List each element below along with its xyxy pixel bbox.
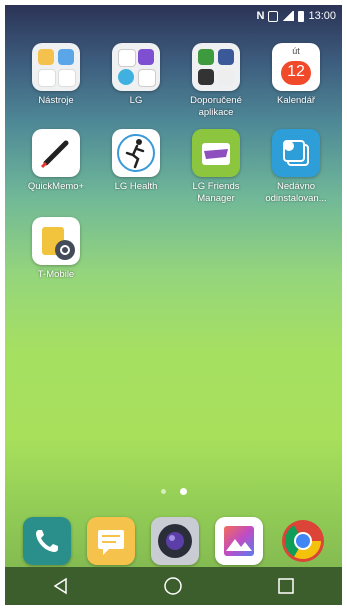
app-nastroje[interactable]: Nástroje [14,43,98,107]
pen-icon [32,129,80,177]
app-label: QuickMemo+ [27,181,85,192]
calendar-date: 12 [287,63,305,80]
folder-icon [192,43,240,91]
back-icon[interactable] [41,571,81,601]
sim-icon [268,10,279,22]
app-lgfriends[interactable]: LG Friends Manager [174,129,258,205]
navigation-bar [5,567,342,605]
app-label: LG Health [114,181,158,192]
app-quickmemo[interactable]: QuickMemo+ [14,129,98,193]
runner-icon [112,129,160,177]
recently-uninstalled-icon [272,129,320,177]
status-bar: N 13:00 [5,5,342,27]
chrome-icon[interactable] [279,517,327,565]
app-label: Nástroje [38,95,74,106]
calendar-icon: út 12 [272,43,320,91]
app-label: Doporučené aplikace [190,95,242,118]
phone-icon[interactable] [23,517,71,565]
nfc-icon: N [256,10,265,22]
glasses-icon [192,129,240,177]
app-doporucene[interactable]: Doporučené aplikace [174,43,258,119]
app-label: LG Friends Manager [192,181,240,204]
app-label: T-Mobile [37,269,75,280]
status-time: 13:00 [308,10,336,22]
app-nedavno[interactable]: Nedávno odinstalovan... [254,129,338,205]
app-label: Nedávno odinstalovan... [265,181,327,204]
recents-icon[interactable] [266,571,306,601]
page-dot-active[interactable] [179,488,187,495]
signal-icon [282,11,295,21]
dock [5,517,342,565]
page-indicator [5,488,342,495]
camera-icon[interactable] [151,517,199,565]
app-lg[interactable]: LG [94,43,178,107]
gallery-icon[interactable] [215,517,263,565]
app-label: Kalendář [276,95,316,106]
sim-settings-icon [32,217,80,265]
folder-icon [32,43,80,91]
calendar-day: út [292,46,300,56]
message-icon[interactable] [87,517,135,565]
app-label: LG [129,95,143,106]
folder-icon [112,43,160,91]
home-icon[interactable] [153,571,193,601]
app-tmobile[interactable]: T-Mobile [14,217,98,281]
battery-icon [298,10,305,22]
app-kalendar[interactable]: út 12 Kalendář [254,43,338,107]
home-screen: N 13:00 Nástroje LG Doporučené aplikace … [5,5,342,605]
app-lghealth[interactable]: LG Health [94,129,178,193]
page-dot[interactable] [160,489,166,494]
